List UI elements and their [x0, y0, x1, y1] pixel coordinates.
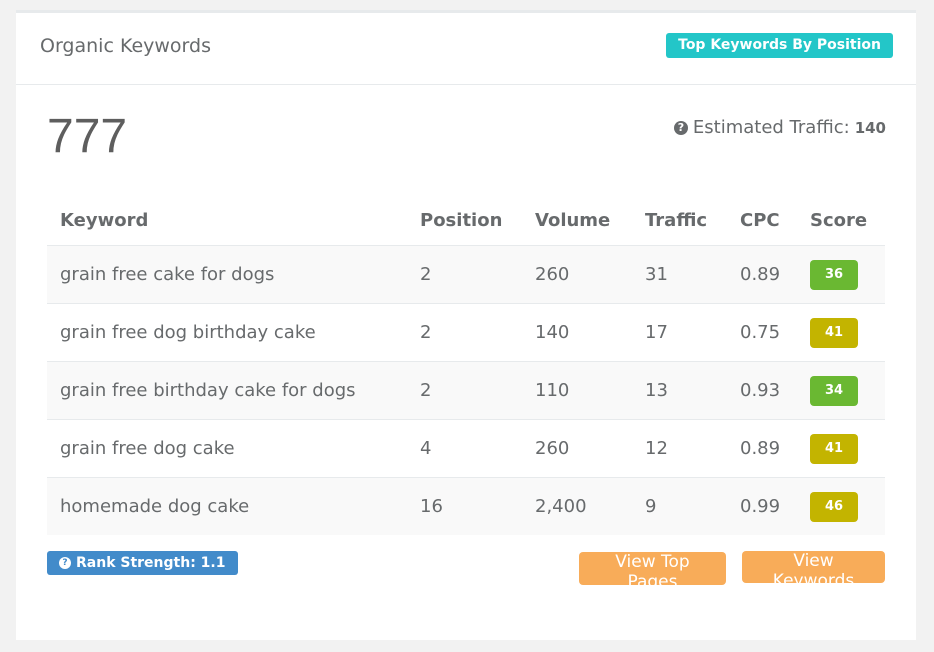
- table-row: grain free dog birthday cake 2 140 17 0.…: [47, 303, 885, 362]
- keyword-cell: grain free cake for dogs: [47, 245, 407, 304]
- position-cell: 2: [407, 303, 522, 362]
- keyword-cell: grain free dog birthday cake: [47, 303, 407, 362]
- score-cell: 41: [797, 303, 885, 362]
- position-cell: 4: [407, 419, 522, 478]
- estimated-traffic: ? Estimated Traffic: 140: [673, 117, 886, 138]
- rank-strength-label: Rank Strength: 1.1: [76, 555, 226, 571]
- table-header-row: Keyword Position Volume Traffic CPC Scor…: [47, 195, 885, 246]
- estimated-traffic-value: 140: [854, 118, 886, 137]
- estimated-traffic-label: Estimated Traffic:: [692, 117, 850, 138]
- keyword-cell: grain free dog cake: [47, 419, 407, 478]
- card-header: Organic Keywords Top Keywords By Positio…: [16, 13, 916, 85]
- cpc-cell: 0.75: [727, 303, 797, 362]
- keyword-cell: homemade dog cake: [47, 477, 407, 535]
- cpc-cell: 0.89: [727, 245, 797, 304]
- traffic-cell: 9: [632, 477, 727, 535]
- score-badge: 46: [810, 491, 858, 522]
- position-cell: 2: [407, 245, 522, 304]
- column-header-score: Score: [797, 195, 885, 246]
- column-header-cpc: CPC: [727, 195, 797, 246]
- traffic-cell: 31: [632, 245, 727, 304]
- traffic-cell: 13: [632, 361, 727, 420]
- score-cell: 46: [797, 477, 885, 535]
- volume-cell: 260: [522, 245, 632, 304]
- question-circle-icon: ?: [59, 557, 71, 569]
- position-cell: 2: [407, 361, 522, 420]
- cpc-cell: 0.93: [727, 361, 797, 420]
- traffic-cell: 12: [632, 419, 727, 478]
- volume-cell: 110: [522, 361, 632, 420]
- cpc-cell: 0.89: [727, 419, 797, 478]
- traffic-cell: 17: [632, 303, 727, 362]
- column-header-volume: Volume: [522, 195, 632, 246]
- question-circle-icon[interactable]: ?: [673, 120, 688, 135]
- score-badge: 34: [810, 375, 858, 406]
- column-header-position: Position: [407, 195, 522, 246]
- score-badge: 36: [810, 259, 858, 290]
- score-cell: 41: [797, 419, 885, 478]
- view-keywords-button[interactable]: View Keywords: [742, 551, 885, 591]
- position-cell: 16: [407, 477, 522, 535]
- score-cell: 36: [797, 245, 885, 304]
- column-header-traffic: Traffic: [632, 195, 727, 246]
- keyword-cell: grain free birthday cake for dogs: [47, 361, 407, 420]
- score-cell: 34: [797, 361, 885, 420]
- rank-strength-badge[interactable]: ? Rank Strength: 1.1: [47, 551, 239, 575]
- volume-cell: 140: [522, 303, 632, 362]
- keywords-table: Keyword Position Volume Traffic CPC Scor…: [47, 195, 885, 535]
- table-row: grain free cake for dogs 2 260 31 0.89 3…: [47, 245, 885, 304]
- score-badge: 41: [810, 433, 858, 464]
- volume-cell: 260: [522, 419, 632, 478]
- column-header-keyword: Keyword: [47, 195, 407, 246]
- volume-cell: 2,400: [522, 477, 632, 535]
- score-badge: 41: [810, 317, 858, 348]
- top-keywords-by-position-badge[interactable]: Top Keywords By Position: [666, 33, 893, 58]
- total-keywords-count: 777: [47, 110, 128, 163]
- card-title: Organic Keywords: [40, 35, 211, 57]
- table-row: grain free birthday cake for dogs 2 110 …: [47, 361, 885, 420]
- cpc-cell: 0.99: [727, 477, 797, 535]
- view-top-pages-button[interactable]: View Top Pages: [579, 552, 726, 592]
- organic-keywords-card: Organic Keywords Top Keywords By Positio…: [16, 10, 916, 640]
- table-row: homemade dog cake 16 2,400 9 0.99 46: [47, 477, 885, 535]
- table-row: grain free dog cake 4 260 12 0.89 41: [47, 419, 885, 478]
